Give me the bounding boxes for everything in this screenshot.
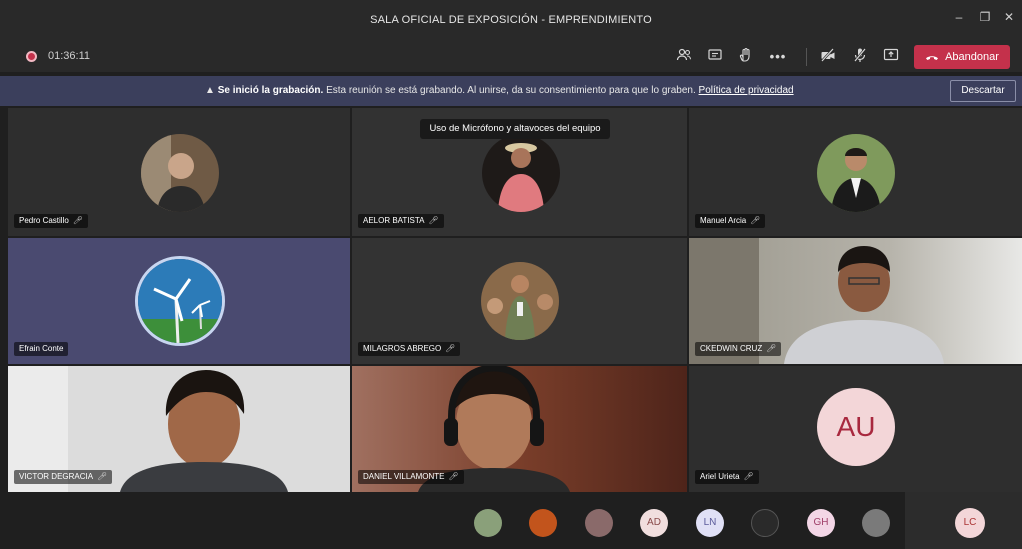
raise-hand-icon[interactable]	[736, 47, 756, 67]
participant-avatar	[135, 256, 225, 346]
tooltip: Uso de Micrófono y altavoces del equipo	[420, 119, 610, 139]
mic-muted-icon: 🎤︎	[766, 344, 777, 353]
participant-avatar	[141, 134, 219, 212]
participant-name-tag: MILAGROS ABREGO 🎤︎	[358, 342, 461, 356]
mic-muted-icon: 🎤︎	[97, 472, 108, 481]
tray-initials-avatar[interactable]: AD	[640, 509, 668, 537]
participant-tile[interactable]: Efrain Conte	[8, 238, 350, 364]
self-view[interactable]: LC	[905, 492, 1022, 549]
share-screen-icon[interactable]	[881, 47, 901, 67]
more-options-icon[interactable]: •••	[768, 47, 788, 67]
participant-video[interactable]: DANIEL VILLAMONTE 🎤︎	[352, 366, 687, 492]
participant-tile[interactable]: AU Ariel Urieta 🎤︎	[689, 366, 1022, 492]
participant-avatar	[481, 262, 559, 340]
self-initials-avatar: LC	[955, 508, 985, 538]
participants-icon[interactable]	[674, 47, 694, 67]
mic-muted-icon: 🎤︎	[750, 216, 761, 225]
leave-button[interactable]: Abandonar	[914, 45, 1010, 69]
window-title: SALA OFICIAL DE EXPOSICIÓN - EMPRENDIMIE…	[370, 14, 652, 26]
participant-name-tag: VICTOR DEGRACIA 🎤︎	[14, 470, 113, 484]
video-grid: Pedro Castillo 🎤︎ AELOR BATISTA 🎤︎ Manuel …	[8, 108, 1022, 492]
recording-banner-message: Esta reunión se está grabando. Al unirse…	[326, 85, 696, 96]
participant-initials-avatar: AU	[817, 388, 895, 466]
hang-up-icon	[926, 56, 939, 60]
mic-muted-icon: 🎤︎	[448, 472, 459, 481]
toolbar-divider	[806, 48, 807, 66]
tray-avatar[interactable]	[862, 509, 890, 537]
participant-tile[interactable]: Pedro Castillo 🎤︎	[8, 108, 350, 236]
leave-button-label: Abandonar	[945, 51, 999, 63]
recording-banner-text: ▲ Se inició la grabación. Esta reunión s…	[205, 85, 794, 96]
close-button[interactable]: ✕	[1000, 10, 1018, 24]
tray-initials-avatar[interactable]: GH	[807, 509, 835, 537]
chat-icon[interactable]	[705, 47, 725, 67]
recording-banner: ▲ Se inició la grabación. Esta reunión s…	[0, 76, 1022, 106]
mic-off-icon[interactable]	[850, 47, 870, 67]
participant-name-tag: Efrain Conte	[14, 342, 69, 356]
maximize-button[interactable]: ❐	[976, 10, 994, 24]
mic-muted-icon: 🎤︎	[445, 344, 456, 353]
participant-tile[interactable]: MILAGROS ABREGO 🎤︎	[352, 238, 687, 364]
mic-muted-icon: 🎤︎	[428, 216, 439, 225]
tray-avatar[interactable]	[474, 509, 502, 537]
participant-avatar	[817, 134, 895, 212]
participant-tray: AD LN GH LC	[0, 492, 1022, 549]
tray-avatar[interactable]	[585, 509, 613, 537]
participant-name-tag: AELOR BATISTA 🎤︎	[358, 214, 444, 228]
participant-video[interactable]: CKEDWIN CRUZ 🎤︎	[689, 238, 1022, 364]
participant-name-tag: DANIEL VILLAMONTE 🎤︎	[358, 470, 464, 484]
minimize-button[interactable]: –	[950, 10, 968, 24]
title-bar: SALA OFICIAL DE EXPOSICIÓN - EMPRENDIMIE…	[0, 0, 1022, 42]
tray-avatar[interactable]	[751, 509, 779, 537]
participant-video[interactable]: VICTOR DEGRACIA 🎤︎	[8, 366, 350, 492]
participant-name-tag: Ariel Urieta 🎤︎	[695, 470, 759, 484]
recording-banner-title: Se inició la grabación.	[217, 85, 324, 96]
participant-name-tag: Pedro Castillo 🎤︎	[14, 214, 88, 228]
meeting-timer: 01:36:11	[48, 50, 91, 62]
recording-indicator-icon	[26, 51, 37, 62]
tray-initials-avatar[interactable]: LN	[696, 509, 724, 537]
dismiss-button[interactable]: Descartar	[950, 80, 1016, 102]
participant-avatar	[482, 134, 560, 212]
mic-muted-icon: 🎤︎	[72, 216, 83, 225]
privacy-policy-link[interactable]: Política de privacidad	[699, 85, 794, 96]
meeting-toolbar: 01:36:11 ••• Abandonar	[0, 42, 1022, 72]
tray-avatar[interactable]	[529, 509, 557, 537]
participant-tile[interactable]: Manuel Arcia 🎤︎	[689, 108, 1022, 236]
participant-name-tag: Manuel Arcia 🎤︎	[695, 214, 766, 228]
mic-muted-icon: 🎤︎	[743, 472, 754, 481]
participant-name-tag: CKEDWIN CRUZ 🎤︎	[695, 342, 782, 356]
warning-icon: ▲	[205, 85, 215, 96]
camera-off-icon[interactable]	[818, 47, 838, 67]
